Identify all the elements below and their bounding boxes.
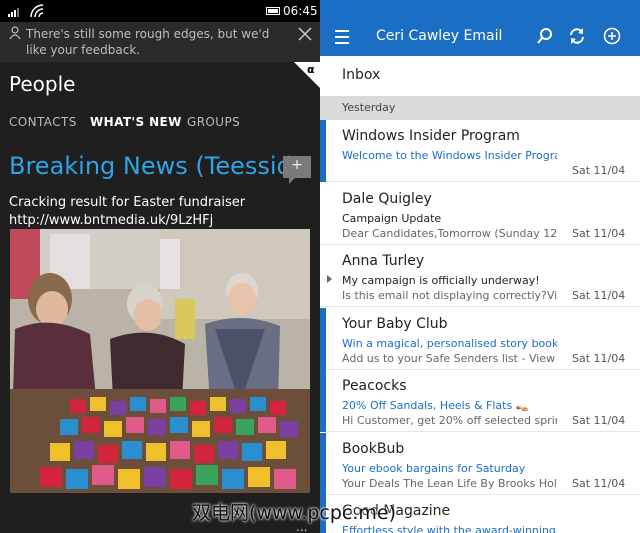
message-date: Sat 11/04	[572, 414, 626, 427]
expand-thread-icon[interactable]	[327, 275, 332, 283]
comment-plus-icon: +	[291, 157, 303, 173]
folder-label: Inbox	[342, 67, 381, 83]
feedback-text: There's still some rough edges, but we'd…	[26, 27, 270, 57]
message-date: Sat 11/04	[572, 164, 626, 177]
message-sender: BookBub	[342, 441, 405, 457]
message-subject: Campaign Update	[342, 212, 442, 225]
hamburger-menu-icon[interactable]	[335, 30, 349, 44]
message-preview: Hi Customer, get 20% off selected spring…	[342, 414, 557, 427]
message-subject: Win a magical, personalised story book f…	[342, 337, 557, 350]
wifi-icon	[30, 4, 44, 18]
message-row[interactable]: Dale Quigley Campaign Update Dear Candidat…	[320, 183, 640, 245]
people-app-screen: 06:45 There's still some rough edges, bu…	[0, 0, 320, 533]
message-row[interactable]: Your Baby Club Win a magical, personalise…	[320, 308, 640, 370]
message-preview: Is this email not displaying correctly?V…	[342, 289, 557, 302]
battery-icon	[266, 7, 280, 15]
message-row[interactable]: BookBub Your ebook bargains for Saturday Y…	[320, 433, 640, 495]
message-date: Sat 11/04	[572, 352, 626, 365]
tab-groups[interactable]: GROUPS	[187, 115, 240, 129]
message-date: Sat 11/04	[572, 227, 626, 240]
message-row[interactable]: Anna Turley My campaign is officially und…	[320, 245, 640, 307]
sync-icon[interactable]	[568, 27, 586, 45]
message-row[interactable]: Peacocks 20% Off Sandals, Heels & Flats 👡…	[320, 370, 640, 432]
unread-indicator	[320, 433, 326, 495]
message-sender: Windows Insider Program	[342, 128, 520, 144]
message-sender: Anna Turley	[342, 253, 425, 269]
date-group-label: Yesterday	[342, 101, 396, 114]
comment-button[interactable]: +	[283, 156, 311, 184]
person-icon	[9, 26, 21, 40]
mail-app-screen: Ceri Cawley Email Inbox Yesterday Window…	[320, 0, 640, 533]
alpha-badge-label: α	[307, 63, 315, 76]
message-row[interactable]: Windows Insider Program Welcome to the Wi…	[320, 120, 640, 182]
post-text[interactable]: Cracking result for Easter fundraiser ht…	[9, 194, 309, 230]
status-time: 06:45	[283, 4, 318, 18]
post-photo[interactable]	[10, 229, 310, 493]
close-icon[interactable]	[296, 25, 314, 43]
page-title: People	[9, 72, 76, 96]
signal-strength-icon	[8, 8, 19, 17]
search-icon[interactable]	[536, 27, 554, 45]
message-subject: Your ebook bargains for Saturday	[342, 462, 526, 475]
mail-header: Ceri Cawley Email	[320, 0, 640, 56]
message-subject: Effortless style with the award-winning …	[342, 524, 557, 533]
message-date: Sat 11/04	[572, 477, 626, 490]
feedback-banner[interactable]: There's still some rough edges, but we'd…	[0, 22, 320, 62]
comment-bubble-tail	[289, 178, 295, 184]
unread-indicator	[320, 120, 326, 182]
message-sender: Dale Quigley	[342, 191, 432, 207]
message-date: Sat 11/04	[572, 289, 626, 302]
new-mail-icon[interactable]	[603, 27, 621, 45]
message-preview: Dear Candidates,Tomorrow (Sunday 12th Ap…	[342, 227, 557, 240]
watermark: 双电网(www.pcpc.me)	[192, 502, 396, 524]
status-bar: 06:45	[0, 0, 320, 22]
unread-indicator	[320, 370, 326, 432]
message-sender: Peacocks	[342, 378, 407, 394]
unread-indicator	[320, 308, 326, 370]
post-author-headline[interactable]: Breaking News (Teesside)	[9, 152, 289, 180]
folder-title[interactable]: Inbox	[320, 56, 640, 96]
message-subject: My campaign is officially underway!	[342, 274, 540, 287]
message-subject: Welcome to the Windows Insider Programme	[342, 149, 557, 162]
tab-contacts[interactable]: CONTACTS	[9, 115, 77, 129]
message-preview: Add us to your Safe Senders list - View …	[342, 352, 557, 365]
tab-whats-new[interactable]: WHAT'S NEW	[90, 115, 182, 129]
account-name[interactable]: Ceri Cawley Email	[376, 28, 502, 44]
date-group-header: Yesterday	[320, 96, 640, 120]
message-subject: 20% Off Sandals, Heels & Flats 👡	[342, 399, 530, 412]
message-sender: Your Baby Club	[342, 316, 448, 332]
message-preview: Your Deals The Lean Life By Brooks Holla…	[342, 477, 557, 490]
